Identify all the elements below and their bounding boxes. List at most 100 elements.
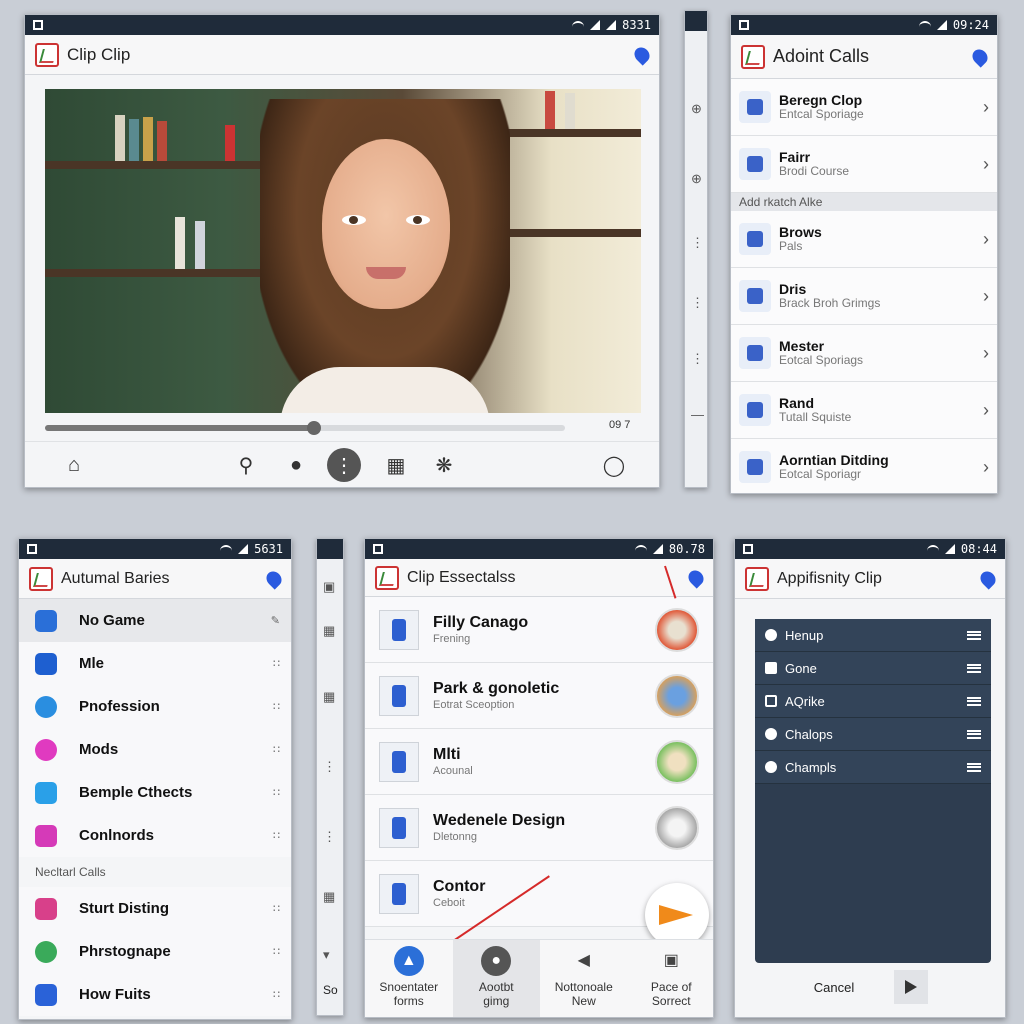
location-pin-icon[interactable]: [631, 43, 653, 66]
list-item[interactable]: Wedenele Design Dletonng: [365, 795, 713, 861]
list-item[interactable]: Mle ∷: [19, 642, 291, 685]
list-item[interactable]: Mlti Acounal: [365, 729, 713, 795]
game-icon: [35, 738, 57, 761]
wifi-icon: [572, 21, 585, 29]
profile-icon[interactable]: ●: [281, 450, 311, 480]
list-icon: ⋮: [691, 351, 704, 366]
location-pin-icon[interactable]: [977, 567, 999, 590]
list-item[interactable]: Fairr Brodi Course ›: [731, 136, 997, 193]
reorder-icon[interactable]: [967, 696, 981, 706]
apps-grid-icon[interactable]: ⋮: [327, 448, 361, 482]
status-time: 09:24: [952, 18, 989, 32]
reorder-icon[interactable]: [967, 762, 981, 772]
game-icon: [35, 652, 57, 675]
search-icon[interactable]: ⚲: [231, 450, 261, 480]
thumbnail[interactable]: [655, 805, 699, 850]
menu-item[interactable]: Champls: [755, 751, 991, 784]
cancel-button[interactable]: Cancel: [814, 980, 854, 995]
list-item[interactable]: Mester Eotcal Sporiags ›: [731, 325, 997, 382]
location-pin-icon[interactable]: [263, 567, 285, 590]
drag-handle-icon[interactable]: ∷: [273, 945, 280, 958]
reorder-icon[interactable]: [967, 630, 981, 640]
list-item[interactable]: No Game ✎: [19, 599, 291, 642]
reorder-icon[interactable]: [967, 729, 981, 739]
edit-icon[interactable]: ✎: [271, 614, 280, 627]
drag-handle-icon[interactable]: ∷: [273, 657, 280, 670]
drag-handle-icon[interactable]: ∷: [273, 700, 280, 713]
seek-handle[interactable]: [307, 421, 321, 435]
app-title: Clip Clip: [67, 44, 131, 64]
shelf: [45, 269, 265, 277]
list-item[interactable]: How Fuits ∷: [19, 973, 291, 1016]
list-item[interactable]: Brows Pals ›: [731, 211, 997, 268]
chevron-right-icon: ›: [983, 96, 989, 117]
drag-handle-icon[interactable]: ∷: [273, 902, 280, 915]
nav-item[interactable]: ▲ Snoentater forms: [365, 940, 453, 1017]
instagram-icon: [35, 897, 57, 920]
list-item[interactable]: Pnofession ∷: [19, 685, 291, 728]
list-item[interactable]: Aorntian Ditding Eotcal Sporiagr ›: [731, 439, 997, 493]
drag-handle-icon[interactable]: ∷: [273, 786, 280, 799]
signal-icon: [652, 544, 663, 554]
settings-icon[interactable]: ❋: [429, 450, 459, 480]
seek-bar[interactable]: [45, 421, 565, 435]
nav-sublabel: gimg: [483, 994, 510, 1009]
location-pin-icon[interactable]: [969, 45, 991, 68]
send-fab-button[interactable]: [645, 883, 709, 947]
drag-handle-icon[interactable]: ∷: [273, 829, 280, 842]
list-item[interactable]: Rand Tutall Squiste ›: [731, 382, 997, 439]
list-item[interactable]: Dris Brack Broh Grimgs ›: [731, 268, 997, 325]
thumbnail[interactable]: [655, 739, 699, 784]
app-bar: Adoint Calls: [731, 35, 997, 79]
menu-item[interactable]: Henup: [755, 619, 991, 652]
item-subtitle: Eotrat Sceoption: [433, 698, 515, 711]
list-item[interactable]: Filly Canago Frening: [365, 597, 713, 663]
status-bar: 08:44: [735, 539, 1005, 559]
chevron-right-icon: ›: [983, 285, 989, 306]
contact-icon: [739, 451, 771, 483]
app-title: Autumal Baries: [61, 569, 170, 587]
video-time: 09 7: [609, 419, 631, 431]
item-subtitle: Eotcal Sporiagr: [779, 467, 862, 482]
signal-icon: [944, 544, 955, 554]
layout-icon[interactable]: ▦: [381, 450, 411, 480]
item-title: Wedenele Design: [433, 812, 566, 830]
drag-handle-icon[interactable]: ∷: [273, 988, 280, 1001]
affinity-screen: 08:44 Appifisnity Clip Henup Gone AQrike…: [734, 538, 1006, 1018]
list-item[interactable]: Conlnords ∷: [19, 814, 291, 857]
thumbnail[interactable]: [655, 607, 699, 652]
app-title: Appifisnity Clip: [777, 569, 882, 587]
thumbnail[interactable]: [655, 673, 699, 718]
nav-item[interactable]: ▣ Pace of Sorrect: [628, 940, 714, 1017]
list-item[interactable]: Sturt Disting ∷: [19, 887, 291, 930]
status-bar: 80.78: [365, 539, 713, 559]
camera-icon[interactable]: ◯: [599, 450, 629, 480]
list-item[interactable]: Beregn Clop Entcal Sporiage ›: [731, 79, 997, 136]
list-item[interactable]: Bemple Cthects ∷: [19, 771, 291, 814]
game-icon: [35, 824, 57, 847]
nav-item[interactable]: ◀ Nottonoale New: [540, 940, 628, 1017]
menu-item[interactable]: Gone: [755, 652, 991, 685]
game-icon: [35, 983, 57, 1006]
nav-item[interactable]: ● Aootbt gimg: [452, 940, 540, 1017]
play-button[interactable]: [894, 970, 929, 1004]
list-item[interactable]: Mods ∷: [19, 728, 291, 771]
game-icon: [35, 609, 57, 632]
item-subtitle: Eotcal Sporiags: [779, 353, 864, 368]
menu-item[interactable]: Chalops: [755, 718, 991, 751]
item-label: Pnofession: [79, 698, 160, 715]
video-frame[interactable]: [45, 89, 641, 413]
list-icon: ⊕: [691, 171, 702, 186]
home-icon[interactable]: ⌂: [59, 450, 89, 480]
menu-item[interactable]: AQrike: [755, 685, 991, 718]
location-pin-icon[interactable]: [685, 566, 707, 589]
list-item[interactable]: Phrstognape ∷: [19, 930, 291, 973]
record-icon: ●: [481, 946, 512, 976]
item-subtitle: Pals: [779, 239, 803, 254]
shirt: [280, 367, 490, 413]
drag-handle-icon[interactable]: ∷: [273, 743, 280, 756]
app-title: Clip Essectalss: [407, 568, 516, 586]
reorder-icon[interactable]: [967, 663, 981, 673]
item-label: Sturt Disting: [79, 900, 169, 917]
list-item[interactable]: Park & gonoletic Eotrat Sceoption: [365, 663, 713, 729]
